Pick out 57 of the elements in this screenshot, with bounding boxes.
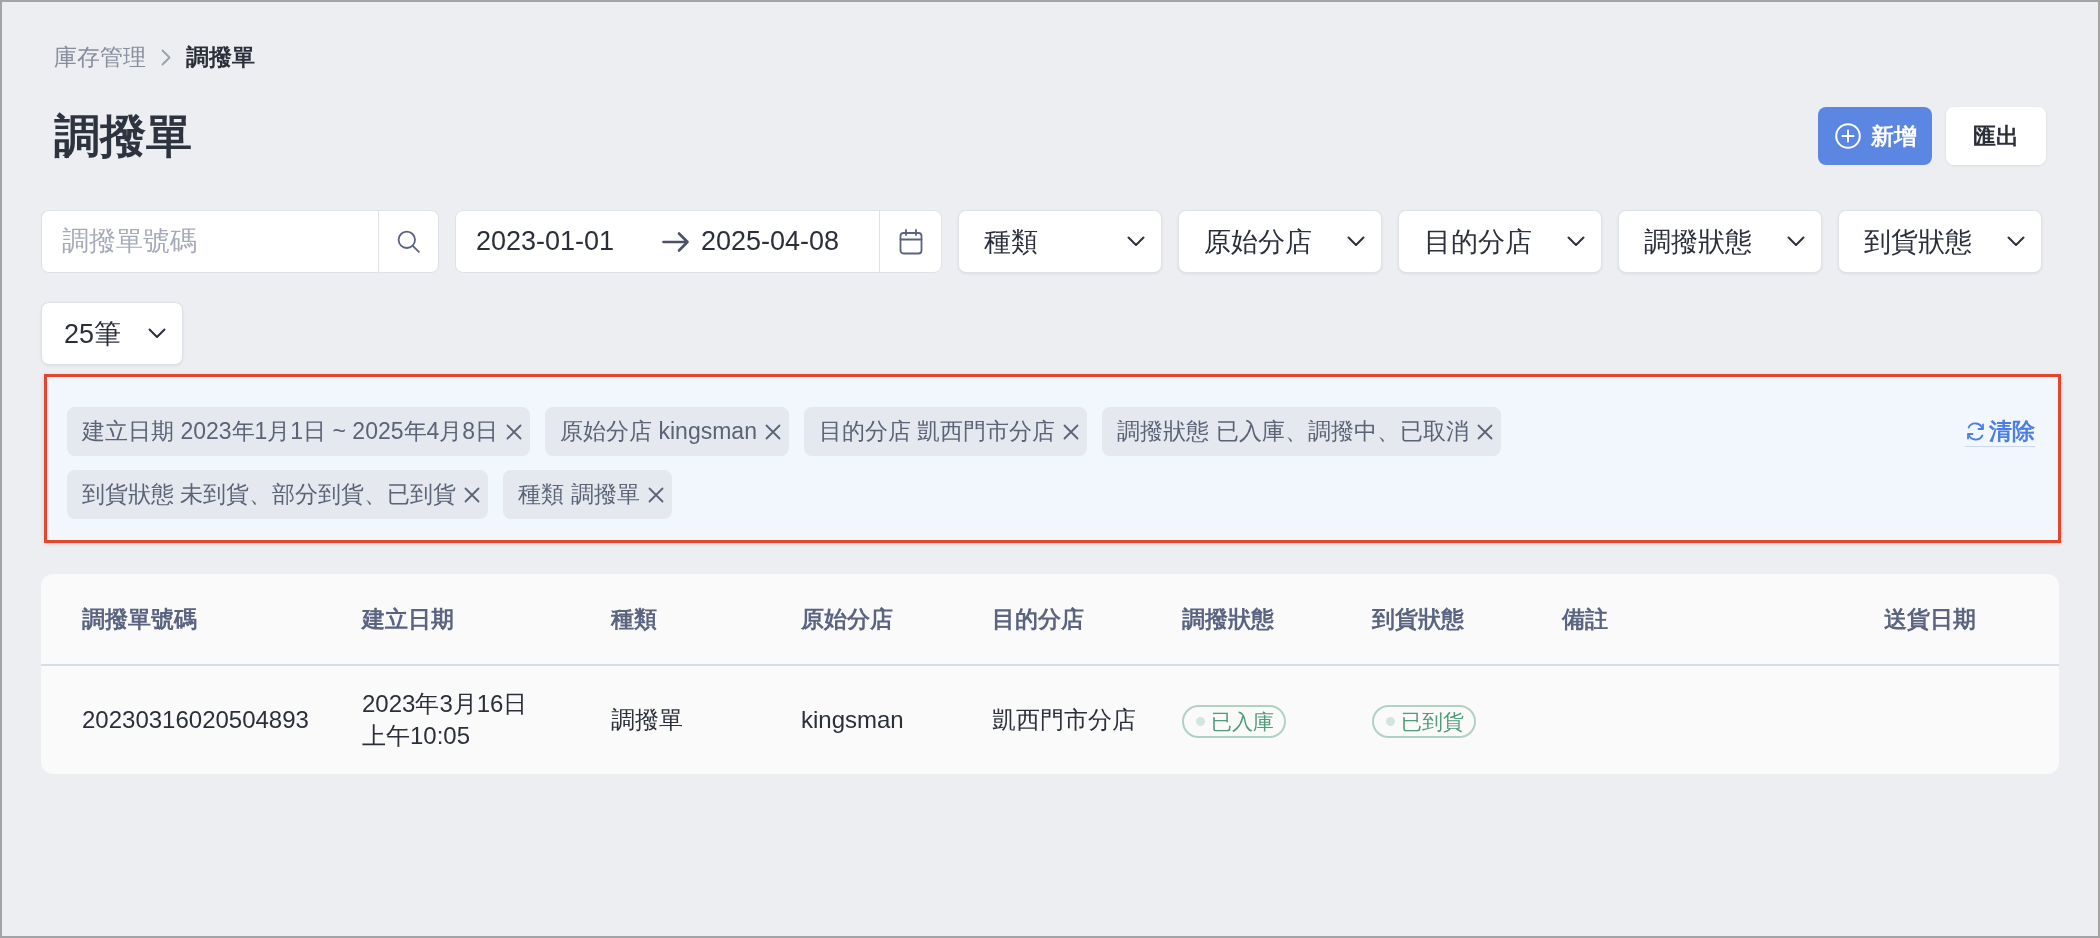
- filter-dropdown[interactable]: 種類: [958, 210, 1162, 273]
- close-icon[interactable]: [647, 486, 664, 503]
- close-icon[interactable]: [464, 486, 481, 503]
- column-header: 目的分店: [992, 604, 1084, 634]
- column-header: 到貨狀態: [1372, 604, 1464, 634]
- filter-chip[interactable]: 調撥狀態 已入庫、調撥中、已取消: [1102, 407, 1501, 456]
- status-text: 已到貨: [1401, 708, 1464, 735]
- search-button[interactable]: [378, 210, 439, 273]
- page-size-dropdown[interactable]: 25筆: [41, 302, 183, 365]
- column-header: 送貨日期: [1884, 604, 1976, 634]
- filter-dropdown[interactable]: 目的分店: [1398, 210, 1602, 273]
- plus-circle-icon: [1835, 123, 1861, 149]
- refresh-icon: [1965, 421, 1986, 442]
- column-header: 調撥單號碼: [82, 604, 197, 634]
- filter-chip[interactable]: 到貨狀態 未到貨、部分到貨、已到貨: [67, 470, 489, 519]
- column-header: 原始分店: [801, 604, 893, 634]
- filter-dropdown[interactable]: 原始分店: [1178, 210, 1382, 273]
- column-header: 建立日期: [362, 604, 454, 634]
- status-dot-icon: [1386, 717, 1395, 726]
- chevron-down-icon: [148, 328, 166, 339]
- calendar-icon: [898, 228, 923, 255]
- filter-chip[interactable]: 建立日期 2023年1月1日 ~ 2025年4月8日: [67, 407, 531, 456]
- clear-filters-link[interactable]: 清除: [1965, 417, 2035, 447]
- filter-chip[interactable]: 種類 調撥單: [503, 470, 672, 519]
- breadcrumb-item[interactable]: 庫存管理: [54, 43, 146, 71]
- arrow-right-icon: [662, 230, 690, 253]
- column-header: 備註: [1562, 604, 1608, 634]
- chevron-down-icon: [1787, 236, 1805, 247]
- status-dot-icon: [1196, 717, 1205, 726]
- close-icon[interactable]: [1063, 423, 1080, 440]
- filter-chip[interactable]: 目的分店 凱西門市分店: [803, 407, 1088, 456]
- column-header: 種類: [611, 604, 657, 634]
- close-icon[interactable]: [506, 423, 523, 440]
- chevron-down-icon: [1567, 236, 1585, 247]
- breadcrumb-item: 調撥單: [186, 43, 255, 71]
- chevron-down-icon: [1347, 236, 1365, 247]
- table-cell-text: 20230316020504893: [82, 705, 309, 735]
- table-cell-text: kingsman: [801, 705, 904, 735]
- add-button[interactable]: 新增: [1818, 107, 1932, 165]
- search-field[interactable]: 調撥單號碼: [41, 210, 378, 273]
- chevron-down-icon: [1127, 236, 1145, 247]
- close-icon[interactable]: [1476, 423, 1493, 440]
- table-cell-text: 調撥單: [611, 705, 683, 735]
- status-text: 已入庫: [1211, 708, 1274, 735]
- close-icon[interactable]: [764, 423, 781, 440]
- table-cell-text: 2023年3月16日 上午10:05: [362, 689, 528, 751]
- chevron-right-icon: [161, 48, 171, 66]
- table-cell-text: 凱西門市分店: [992, 705, 1136, 735]
- filter-dropdown[interactable]: 調撥狀態: [1618, 210, 1822, 273]
- filter-chip[interactable]: 原始分店 kingsman: [545, 407, 789, 456]
- chevron-down-icon: [2007, 236, 2025, 247]
- column-header: 調撥狀態: [1182, 604, 1274, 634]
- page-title: 調撥單: [54, 109, 192, 164]
- search-icon: [397, 230, 420, 253]
- filter-dropdown[interactable]: 到貨狀態: [1838, 210, 2042, 273]
- date-range-field[interactable]: 2023-01-01 2025-04-08: [455, 210, 942, 273]
- export-button[interactable]: 匯出: [1946, 107, 2046, 165]
